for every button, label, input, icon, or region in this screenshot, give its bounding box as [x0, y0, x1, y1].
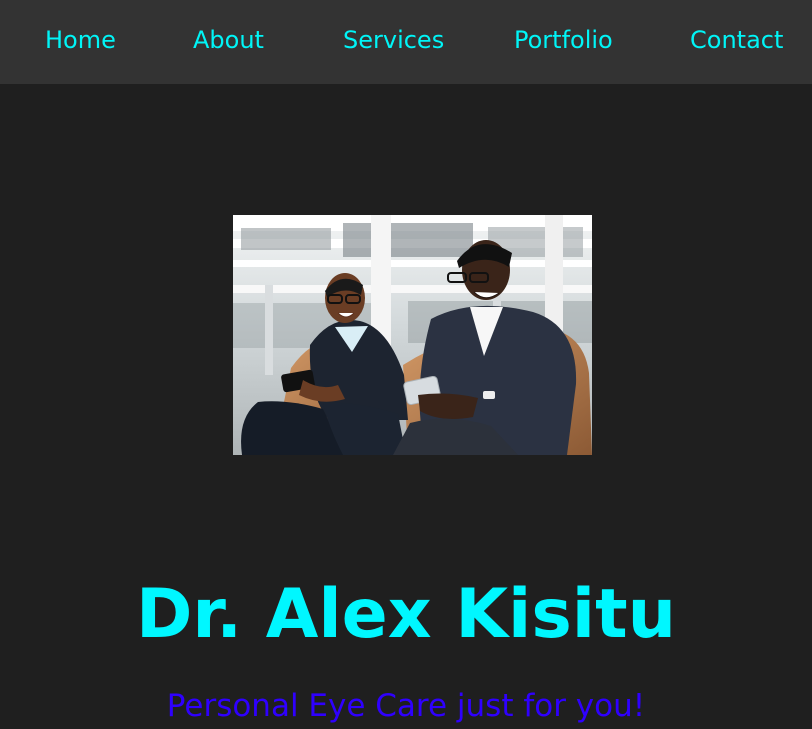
nav-link-about[interactable]: About: [193, 24, 264, 56]
page-subtitle: Personal Eye Care just for you!: [166, 688, 646, 724]
nav-link-portfolio[interactable]: Portfolio: [514, 24, 613, 56]
page-title: Dr. Alex Kisitu: [135, 574, 677, 654]
nav-link-services[interactable]: Services: [343, 24, 444, 56]
top-navigation: Home About Services Portfolio Contact: [0, 0, 812, 84]
hero-image: [233, 215, 592, 455]
nav-link-contact[interactable]: Contact: [690, 24, 783, 56]
two-doctors-photo: [233, 215, 592, 455]
nav-link-home[interactable]: Home: [45, 24, 116, 56]
